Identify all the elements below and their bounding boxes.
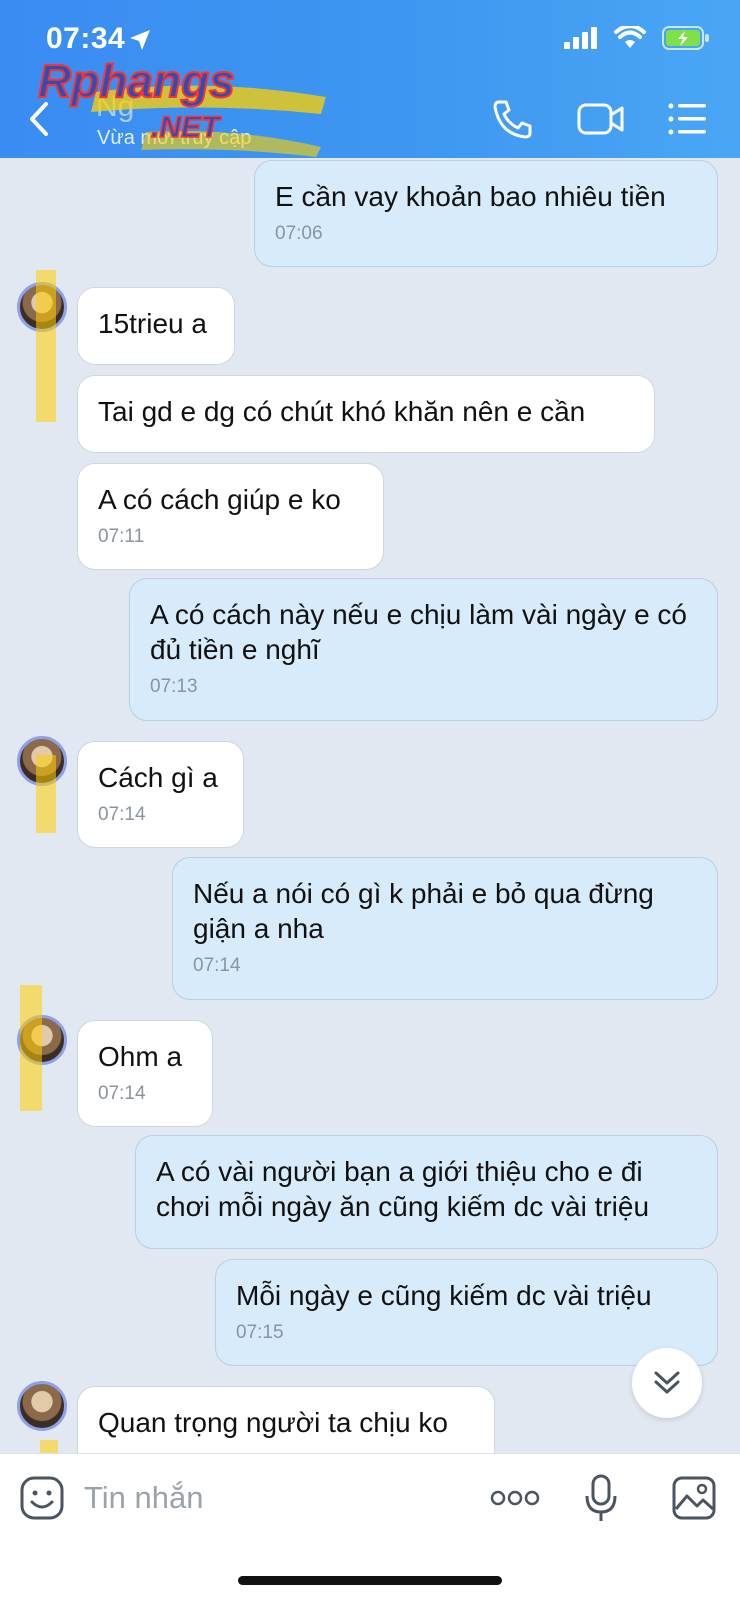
battery-icon <box>662 26 709 50</box>
message-text: A có cách này nếu e chịu làm vài ngày e … <box>150 599 687 665</box>
message-time: 07:13 <box>150 676 198 697</box>
chat-header: 07:34 Ng Vừa mới truy cập Rphangs .NET <box>0 0 740 158</box>
scroll-to-bottom-button[interactable] <box>632 1348 702 1418</box>
message-time: 07:06 <box>275 223 323 244</box>
message-bubble-incoming[interactable]: Ohm a 07:14 <box>77 1020 213 1127</box>
svg-text:Rphangs: Rphangs <box>38 55 235 107</box>
message-time: 07:11 <box>98 526 145 547</box>
avatar[interactable] <box>17 736 67 786</box>
status-time: 07:34 <box>46 22 126 55</box>
message-text: Mỗi ngày e cũng kiếm dc vài triệu <box>236 1280 652 1311</box>
double-chevron-down-icon <box>654 1371 680 1394</box>
message-text: Cách gì a <box>98 762 218 793</box>
message-text: Nếu a nói có gì k phải e bỏ qua đừng giậ… <box>193 878 654 944</box>
wifi-icon <box>614 26 646 48</box>
avatar[interactable] <box>17 282 67 332</box>
location-arrow-icon <box>130 30 150 50</box>
message-bubble-incoming[interactable]: A có cách giúp e ko 07:11 <box>77 463 384 570</box>
avatar[interactable] <box>17 1381 67 1431</box>
message-text: Quan trọng người ta chịu ko <box>98 1407 448 1438</box>
menu-button[interactable] <box>666 96 708 142</box>
message-bubble-incoming[interactable]: 15trieu a <box>77 287 235 365</box>
message-text: A có vài người bạn a giới thiệu cho e đi… <box>156 1156 650 1222</box>
message-time: 07:14 <box>98 804 146 825</box>
more-options-button[interactable] <box>490 1488 540 1508</box>
message-bubble-incoming[interactable]: Tai gd e dg có chút khó khăn nên e cần <box>77 375 655 453</box>
message-time: 07:14 <box>193 955 241 976</box>
back-button[interactable] <box>22 98 56 140</box>
home-indicator <box>238 1576 502 1585</box>
message-input[interactable]: Tin nhắn <box>84 1480 204 1516</box>
contact-name[interactable]: Ng <box>96 90 134 124</box>
microphone-button[interactable] <box>584 1474 618 1524</box>
emoji-button[interactable] <box>20 1476 64 1520</box>
gallery-button[interactable] <box>672 1476 716 1520</box>
avatar[interactable] <box>17 1015 67 1065</box>
signal-icon <box>564 27 597 49</box>
message-text: E cần vay khoản bao nhiêu tiền <box>275 181 666 212</box>
video-call-button[interactable] <box>576 96 626 142</box>
message-bubble-outgoing[interactable]: Nếu a nói có gì k phải e bỏ qua đừng giậ… <box>172 857 718 1000</box>
message-bubble-outgoing[interactable]: A có cách này nếu e chịu làm vài ngày e … <box>129 578 718 721</box>
message-text: A có cách giúp e ko <box>98 484 341 515</box>
message-bubble-outgoing[interactable]: Mỗi ngày e cũng kiếm dc vài triệu 07:15 <box>215 1259 718 1366</box>
message-text: Tai gd e dg có chút khó khăn nên e cần <box>98 396 586 427</box>
message-time: 07:15 <box>236 1322 284 1343</box>
status-icons <box>564 26 710 50</box>
message-bubble-incoming[interactable]: Cách gì a 07:14 <box>77 741 244 848</box>
message-bubble-outgoing[interactable]: E cần vay khoản bao nhiêu tiền 07:06 <box>254 160 718 267</box>
message-time: 07:14 <box>98 1083 146 1104</box>
call-button[interactable] <box>490 96 536 142</box>
message-text: Ohm a <box>98 1041 183 1072</box>
message-text: 15trieu a <box>98 308 207 339</box>
message-bubble-outgoing[interactable]: A có vài người bạn a giới thiệu cho e đi… <box>135 1135 718 1249</box>
contact-status: Vừa mới truy cập <box>97 127 252 149</box>
